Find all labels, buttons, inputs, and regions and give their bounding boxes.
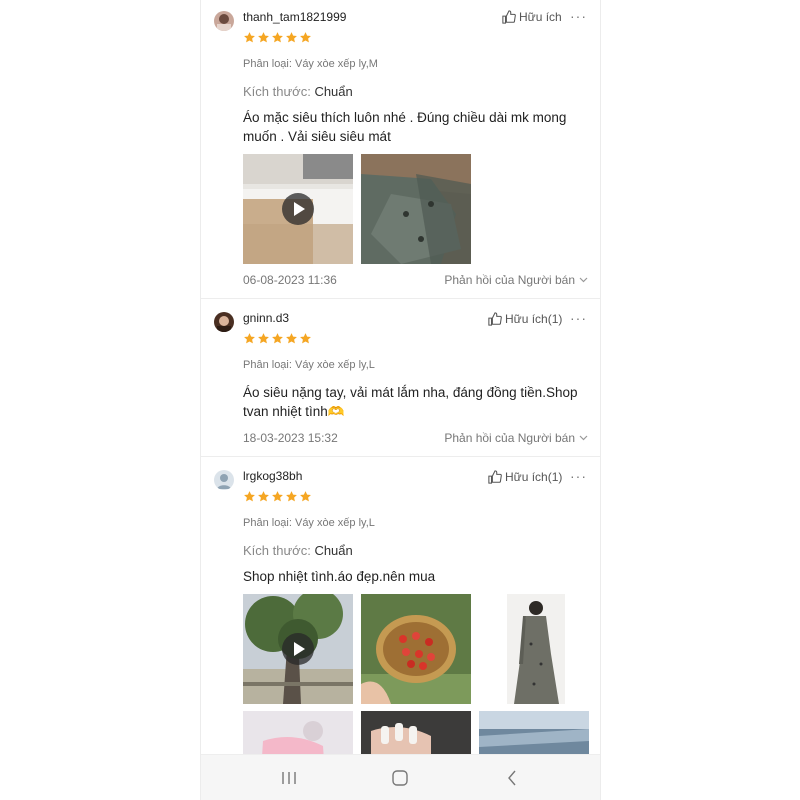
recent-apps-button[interactable]: [259, 755, 319, 800]
helpful-label: Hữu ích: [519, 10, 562, 24]
variant-text: Phân loại: Váy xòe xếp ly,L: [243, 359, 375, 371]
seller-reply-label: Phản hồi của Người bán: [444, 273, 575, 287]
recent-apps-icon: [282, 772, 296, 784]
seller-reply-toggle[interactable]: Phản hồi của Người bán: [444, 273, 588, 287]
review-date: 18-03-2023 15:32: [243, 431, 338, 445]
star-icon: [244, 32, 255, 43]
review-list-screen: thanh_tam1821999 Hữu ích ··· Phân loại: …: [200, 0, 601, 800]
chevron-down-icon: [579, 277, 588, 283]
helpful-button[interactable]: Hữu ích(1): [488, 470, 562, 484]
size-info: Kích thước: Chuẩn: [243, 543, 353, 558]
username[interactable]: gninn.d3: [243, 311, 289, 325]
size-label: Kích thước:: [243, 84, 311, 99]
avatar[interactable]: [214, 312, 234, 332]
comment-line: tvan nhiệt tình🫶: [243, 404, 345, 419]
helpful-label: Hữu ích(1): [505, 312, 563, 326]
comment-line: Áo mặc siêu thích luôn nhé . Đúng chiều …: [243, 110, 567, 125]
rating-stars: [243, 31, 312, 44]
comment-line: Shop nhiệt tình.áo đẹp.nên mua: [243, 569, 436, 584]
star-icon: [286, 333, 297, 344]
back-button[interactable]: [482, 755, 542, 800]
username[interactable]: thanh_tam1821999: [243, 10, 346, 24]
review-video-thumbnail[interactable]: [243, 594, 353, 704]
back-icon: [508, 770, 516, 786]
home-icon: [392, 770, 408, 786]
star-icon: [244, 333, 255, 344]
more-dots-icon[interactable]: ···: [570, 310, 587, 326]
helpful-button[interactable]: Hữu ích(1): [488, 312, 562, 326]
star-icon: [300, 333, 311, 344]
helpful-button[interactable]: Hữu ích: [502, 10, 562, 24]
thumb-up-icon: [502, 10, 516, 24]
home-button[interactable]: [370, 755, 430, 800]
review-photo[interactable]: [361, 594, 471, 704]
chevron-down-icon: [579, 435, 588, 441]
system-navigation-bar: [201, 754, 600, 800]
star-icon: [258, 333, 269, 344]
star-icon: [272, 491, 283, 502]
review-comment: Shop nhiệt tình.áo đẹp.nên mua: [243, 567, 588, 586]
play-icon[interactable]: [282, 193, 314, 225]
seller-reply-toggle[interactable]: Phản hồi của Người bán: [444, 431, 588, 445]
review-item: gninn.d3 Hữu ích(1) ··· Phân loại: Váy x…: [201, 299, 600, 456]
review-comment: Áo mặc siêu thích luôn nhé . Đúng chiều …: [243, 108, 588, 146]
size-value: Chuẩn: [314, 543, 353, 558]
username[interactable]: lrgkog38bh: [243, 469, 302, 483]
review-date: 06-08-2023 11:36: [243, 273, 337, 287]
thumb-up-icon: [488, 470, 502, 484]
helpful-label: Hữu ích(1): [505, 470, 563, 484]
star-icon: [258, 491, 269, 502]
review-item: lrgkog38bh Hữu ích(1) ··· Phân loại: Váy…: [201, 457, 600, 800]
seller-reply-label: Phản hồi của Người bán: [444, 431, 575, 445]
review-photo[interactable]: [361, 154, 471, 264]
star-icon: [286, 491, 297, 502]
comment-line: Áo siêu nặng tay, vải mát lắm nha, đáng …: [243, 385, 578, 400]
avatar[interactable]: [214, 11, 234, 31]
review-video-thumbnail[interactable]: [243, 154, 353, 264]
more-dots-icon[interactable]: ···: [570, 468, 587, 484]
review-item: thanh_tam1821999 Hữu ích ··· Phân loại: …: [201, 0, 600, 298]
rating-stars: [243, 490, 312, 503]
review-comment: Áo siêu nặng tay, vải mát lắm nha, đáng …: [243, 383, 588, 421]
thumb-up-icon: [488, 312, 502, 326]
star-icon: [258, 32, 269, 43]
rating-stars: [243, 332, 312, 345]
star-icon: [272, 32, 283, 43]
size-info: Kích thước: Chuẩn: [243, 84, 353, 99]
variant-text: Phân loại: Váy xòe xếp ly,L: [243, 517, 375, 529]
review-photo[interactable]: [479, 594, 589, 704]
variant-text: Phân loại: Váy xòe xếp ly,M: [243, 58, 378, 70]
size-label: Kích thước:: [243, 543, 311, 558]
comment-line: muốn . Vải siêu siêu mát: [243, 129, 391, 144]
avatar[interactable]: [214, 470, 234, 490]
star-icon: [286, 32, 297, 43]
star-icon: [272, 333, 283, 344]
play-icon[interactable]: [282, 633, 314, 665]
more-dots-icon[interactable]: ···: [570, 8, 587, 24]
size-value: Chuẩn: [314, 84, 353, 99]
star-icon: [300, 491, 311, 502]
star-icon: [244, 491, 255, 502]
star-icon: [300, 32, 311, 43]
